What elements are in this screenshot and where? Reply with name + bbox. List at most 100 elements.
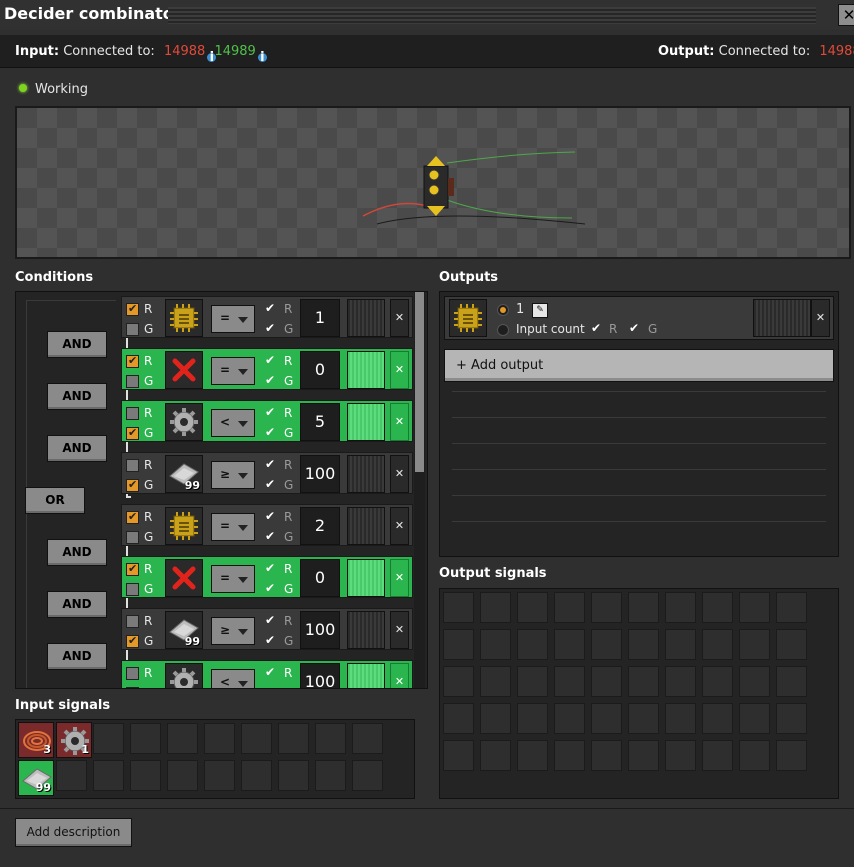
constant-radio[interactable] bbox=[497, 304, 509, 316]
condition-signal-slot[interactable] bbox=[165, 559, 203, 597]
constant-value-field[interactable]: 100 bbox=[300, 611, 340, 649]
left-r-checkbox[interactable] bbox=[126, 459, 139, 472]
left-r-checkbox[interactable] bbox=[126, 407, 139, 420]
and-button[interactable]: AND bbox=[47, 435, 107, 462]
comparator-dropdown[interactable]: < bbox=[211, 409, 255, 437]
and-button[interactable]: AND bbox=[47, 383, 107, 410]
right-r-checkbox[interactable] bbox=[264, 405, 277, 420]
comparator-dropdown[interactable]: ≥ bbox=[211, 461, 255, 489]
left-g-checkbox[interactable] bbox=[126, 686, 139, 688]
right-g-checkbox[interactable] bbox=[264, 633, 277, 648]
title-bar[interactable]: Decider combinator ✕ bbox=[0, 0, 854, 30]
comparator-dropdown[interactable]: < bbox=[211, 669, 255, 688]
right-g-checkbox[interactable] bbox=[264, 425, 277, 440]
constant-value-field[interactable]: 100 bbox=[300, 663, 340, 688]
remove-output-button[interactable]: ✕ bbox=[811, 299, 830, 337]
remove-condition-button[interactable]: ✕ bbox=[390, 611, 409, 649]
left-g-checkbox[interactable] bbox=[126, 426, 139, 440]
info-icon[interactable]: i bbox=[207, 51, 217, 64]
comparator-dropdown[interactable]: = bbox=[211, 357, 255, 385]
second-signal-slot[interactable] bbox=[347, 663, 385, 688]
drag-handle[interactable] bbox=[168, 7, 816, 24]
constant-value-field[interactable]: 0 bbox=[300, 351, 340, 389]
conditions-panel[interactable]: AND AND AND OR AND AND AND RG=RG1✕RG=RG0… bbox=[15, 291, 428, 689]
right-r-checkbox[interactable] bbox=[264, 353, 277, 368]
left-g-checkbox[interactable] bbox=[126, 531, 139, 544]
left-g-checkbox[interactable] bbox=[126, 323, 139, 336]
condition-signal-slot[interactable]: 99 bbox=[165, 611, 203, 649]
add-output-button[interactable]: + Add output bbox=[444, 349, 834, 382]
right-r-checkbox[interactable] bbox=[264, 665, 277, 680]
right-r-checkbox[interactable] bbox=[264, 457, 277, 472]
left-r-checkbox[interactable] bbox=[126, 562, 139, 576]
second-signal-slot[interactable] bbox=[347, 403, 385, 441]
condition-signal-slot[interactable] bbox=[165, 403, 203, 441]
right-r-checkbox[interactable] bbox=[264, 301, 277, 316]
right-r-checkbox[interactable] bbox=[264, 561, 277, 576]
second-signal-slot[interactable] bbox=[347, 611, 385, 649]
close-button[interactable]: ✕ bbox=[838, 4, 854, 26]
remove-condition-button[interactable]: ✕ bbox=[390, 559, 409, 597]
comparator-dropdown[interactable]: = bbox=[211, 565, 255, 593]
left-r-checkbox[interactable] bbox=[126, 302, 139, 316]
condition-signal-slot[interactable] bbox=[165, 507, 203, 545]
input-signal[interactable]: 3 bbox=[18, 722, 54, 758]
left-g-checkbox[interactable] bbox=[126, 583, 139, 596]
comparator-dropdown[interactable]: ≥ bbox=[211, 617, 255, 645]
remove-condition-button[interactable]: ✕ bbox=[390, 299, 409, 337]
and-button[interactable]: AND bbox=[47, 591, 107, 618]
second-signal-slot[interactable] bbox=[347, 351, 385, 389]
info-icon[interactable]: i bbox=[257, 51, 267, 64]
right-g-checkbox[interactable] bbox=[264, 529, 277, 544]
constant-value-field[interactable]: 100 bbox=[300, 455, 340, 493]
second-signal-slot[interactable] bbox=[347, 299, 385, 337]
right-r-checkbox[interactable] bbox=[264, 613, 277, 628]
output-r-checkbox[interactable] bbox=[590, 321, 603, 336]
second-signal-slot[interactable] bbox=[347, 455, 385, 493]
condition-signal-slot[interactable] bbox=[165, 299, 203, 337]
condition-signal-slot[interactable] bbox=[165, 351, 203, 389]
left-g-checkbox[interactable] bbox=[126, 478, 139, 492]
left-r-checkbox[interactable] bbox=[126, 510, 139, 524]
remove-condition-button[interactable]: ✕ bbox=[390, 455, 409, 493]
conditions-scrollbar[interactable] bbox=[414, 292, 425, 688]
add-description-button[interactable]: Add description bbox=[15, 818, 132, 847]
constant-value-field[interactable]: 2 bbox=[300, 507, 340, 545]
comparator-dropdown[interactable]: = bbox=[211, 305, 255, 333]
and-button[interactable]: AND bbox=[47, 539, 107, 566]
left-r-checkbox[interactable] bbox=[126, 615, 139, 628]
entity-preview[interactable] bbox=[15, 106, 851, 259]
right-g-checkbox[interactable] bbox=[264, 321, 277, 336]
left-r-checkbox[interactable] bbox=[126, 667, 139, 680]
remove-condition-button[interactable]: ✕ bbox=[390, 507, 409, 545]
condition-signal-slot[interactable] bbox=[165, 663, 203, 688]
left-g-checkbox[interactable] bbox=[126, 375, 139, 388]
input-count-radio[interactable] bbox=[497, 324, 509, 336]
remove-condition-button[interactable]: ✕ bbox=[390, 351, 409, 389]
second-signal-slot[interactable] bbox=[347, 559, 385, 597]
input-signal[interactable]: 99 bbox=[18, 760, 54, 796]
or-button[interactable]: OR bbox=[25, 487, 85, 514]
and-button[interactable]: AND bbox=[47, 331, 107, 358]
output-signal-slot[interactable] bbox=[449, 299, 487, 337]
and-button[interactable]: AND bbox=[47, 643, 107, 670]
input-signal[interactable]: 1 bbox=[56, 722, 92, 758]
scrollbar-thumb[interactable] bbox=[415, 292, 424, 472]
right-g-checkbox[interactable] bbox=[264, 373, 277, 388]
right-g-checkbox[interactable] bbox=[264, 685, 277, 688]
right-r-checkbox[interactable] bbox=[264, 509, 277, 524]
remove-condition-button[interactable]: ✕ bbox=[390, 663, 409, 688]
comparator-dropdown[interactable]: = bbox=[211, 513, 255, 541]
constant-value-field[interactable]: 5 bbox=[300, 403, 340, 441]
output-g-checkbox[interactable] bbox=[628, 321, 641, 336]
right-g-checkbox[interactable] bbox=[264, 477, 277, 492]
second-signal-slot[interactable] bbox=[347, 507, 385, 545]
constant-value-field[interactable]: 0 bbox=[300, 559, 340, 597]
remove-condition-button[interactable]: ✕ bbox=[390, 403, 409, 441]
constant-value-field[interactable]: 1 bbox=[300, 299, 340, 337]
left-g-checkbox[interactable] bbox=[126, 634, 139, 648]
right-g-checkbox[interactable] bbox=[264, 581, 277, 596]
condition-signal-slot[interactable]: 99 bbox=[165, 455, 203, 493]
left-r-checkbox[interactable] bbox=[126, 354, 139, 368]
edit-icon[interactable]: ✎ bbox=[532, 303, 548, 318]
